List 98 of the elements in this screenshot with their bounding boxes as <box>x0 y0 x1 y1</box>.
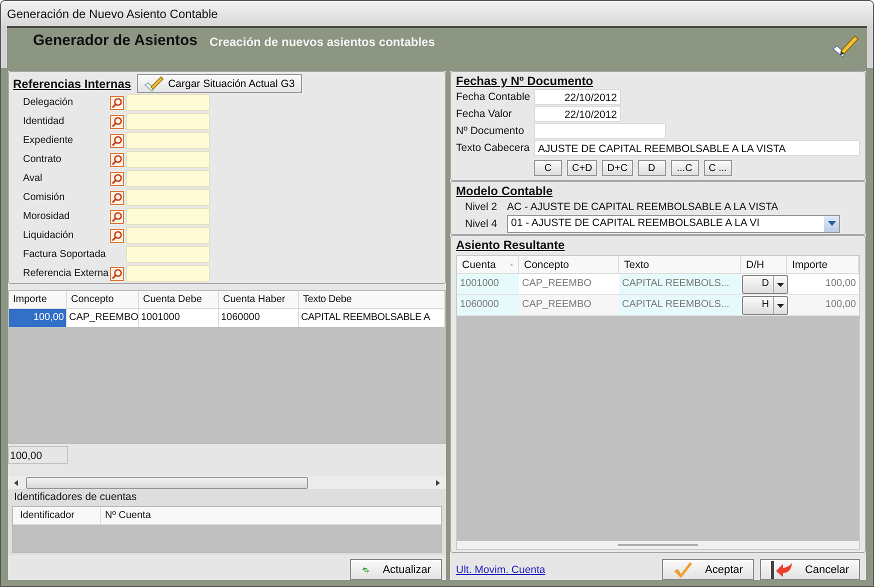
search-icon[interactable] <box>110 172 124 186</box>
search-icon[interactable] <box>110 228 124 242</box>
column-header[interactable]: Cuenta <box>457 256 519 273</box>
dropdown-arrow-icon[interactable] <box>828 221 836 226</box>
column-header[interactable]: Cuenta Debe <box>139 291 219 308</box>
debit-credit-dropdown[interactable]: H <box>742 296 788 315</box>
format-button[interactable]: D+C <box>602 160 633 176</box>
format-button[interactable]: C ... <box>704 160 732 176</box>
input-field[interactable] <box>126 170 210 187</box>
field-label: Identidad <box>23 116 66 127</box>
scroll-left-icon[interactable] <box>12 478 20 486</box>
window-title: Generación de Nuevo Asiento Contable <box>7 6 218 20</box>
section-title: Identificadores de cuentas <box>13 491 138 503</box>
column-header[interactable]: Importe <box>787 256 859 273</box>
table-cell: 1060000 <box>457 295 519 315</box>
table-cell-text: 100,00 <box>824 277 857 291</box>
header-title: Generador de Asientos <box>33 32 198 49</box>
table-cell-text: CAP_REEMBO <box>521 298 592 312</box>
field-label: Nivel 2 <box>464 200 498 212</box>
header-subtitle: Creación de nuevos asientos contables <box>210 35 435 49</box>
update-button[interactable]: Actualizar <box>350 559 442 580</box>
table-cell: 1001000 <box>457 274 519 294</box>
format-button[interactable]: D <box>638 160 666 176</box>
column-header[interactable]: Texto Debe <box>299 291 445 308</box>
horizontal-scrollbar[interactable] <box>8 476 446 489</box>
table-cell[interactable]: 1001000 <box>139 309 219 327</box>
column-header[interactable]: Concepto <box>67 291 139 308</box>
search-icon[interactable] <box>110 134 124 148</box>
table-cell[interactable]: 1060000 <box>219 309 299 327</box>
field-label: Expediente <box>23 135 74 146</box>
format-button[interactable]: ...C <box>670 160 699 176</box>
scroll-right-icon[interactable] <box>434 478 442 486</box>
cancel-button[interactable]: Cancelar <box>760 559 860 580</box>
input-field[interactable] <box>126 151 210 168</box>
column-header[interactable]: Importe <box>9 291 67 308</box>
field-label: Referencia Externa <box>23 268 110 279</box>
input-field[interactable] <box>126 132 210 149</box>
search-icon[interactable] <box>110 114 124 128</box>
input-field[interactable] <box>126 246 210 263</box>
input-field[interactable]: AJUSTE DE CAPITAL REEMBOLSABLE A LA VISTA <box>534 140 860 156</box>
field-label: Delegación <box>23 97 74 108</box>
field-label: Fecha Valor <box>456 108 513 120</box>
input-field[interactable] <box>126 189 210 206</box>
input-field[interactable] <box>126 94 210 111</box>
table-cell[interactable]: CAP_REEMBO <box>67 309 139 327</box>
search-icon[interactable] <box>110 152 124 166</box>
field-label: Nº Documento <box>456 124 526 136</box>
table-cell-text: CAP_REEMBO <box>521 277 592 291</box>
section-title: Fechas y Nº Documento <box>456 74 594 88</box>
caret-icon <box>777 282 784 286</box>
table-cell: CAPITAL REEMBOLS... <box>619 274 741 294</box>
section-title: Modelo Contable <box>456 184 553 198</box>
total-field: 100,00 <box>8 446 68 464</box>
table-cell[interactable]: CAPITAL REEMBOLSABLE A <box>299 309 445 327</box>
last-movements-link[interactable]: Ult. Movim. Cuenta <box>456 564 546 576</box>
back-arrow-icon <box>770 560 793 578</box>
column-header[interactable]: Concepto <box>519 256 619 273</box>
column-header[interactable]: D/H <box>741 256 787 273</box>
field-label: Morosidad <box>23 211 71 222</box>
checkmark-icon <box>673 560 694 578</box>
section-title: Asiento Resultante <box>456 238 566 252</box>
column-header[interactable]: Cuenta Haber <box>219 291 299 308</box>
column-header[interactable]: Texto <box>619 256 741 273</box>
table-cell[interactable]: 100,00 <box>9 309 67 327</box>
field-label: Factura Soportada <box>23 249 107 260</box>
section-title: Referencias Internas <box>13 76 132 90</box>
field-label: Nivel 4 <box>464 218 498 230</box>
format-button[interactable]: C <box>534 160 562 176</box>
field-label: Fecha Contable <box>456 90 532 102</box>
input-field[interactable] <box>126 208 210 225</box>
table-cell: CAPITAL REEMBOLS... <box>619 295 741 315</box>
pencil-icon <box>144 76 164 92</box>
field-label: Texto Cabecera <box>456 142 531 154</box>
caret-icon <box>777 304 784 308</box>
pencil-icon <box>831 33 859 59</box>
input-field[interactable] <box>126 227 210 244</box>
accept-button[interactable]: Aceptar <box>662 559 754 580</box>
search-icon[interactable] <box>110 190 124 204</box>
field-label: Liquidación <box>23 230 75 241</box>
input-field[interactable] <box>126 113 210 130</box>
column-header[interactable]: Identificador <box>13 507 101 524</box>
search-icon[interactable] <box>110 210 124 224</box>
debit-credit-dropdown[interactable]: D <box>742 275 788 294</box>
search-icon[interactable] <box>110 266 124 280</box>
table-cell-text: 100,00 <box>824 298 857 312</box>
field-label: Contrato <box>23 154 62 165</box>
field-value: AC - AJUSTE DE CAPITAL REEMBOLSABLE A LA VISTA <box>507 200 778 212</box>
search-icon[interactable] <box>110 96 124 110</box>
date-field[interactable]: 22/10/2012 <box>534 88 621 104</box>
input-field[interactable] <box>534 122 666 138</box>
load-button[interactable]: Cargar Situación Actual G3 <box>137 74 302 93</box>
format-button[interactable]: C+D <box>567 160 598 176</box>
column-header[interactable]: Nº Cuenta <box>101 507 441 524</box>
date-field[interactable]: 22/10/2012 <box>534 106 621 122</box>
input-field[interactable] <box>126 265 210 282</box>
level-dropdown[interactable]: 01 - AJUSTE DE CAPITAL REEMBOLSABLE A LA VI <box>507 214 840 232</box>
field-label: Aval <box>23 173 44 184</box>
field-label: Comisión <box>23 192 66 203</box>
